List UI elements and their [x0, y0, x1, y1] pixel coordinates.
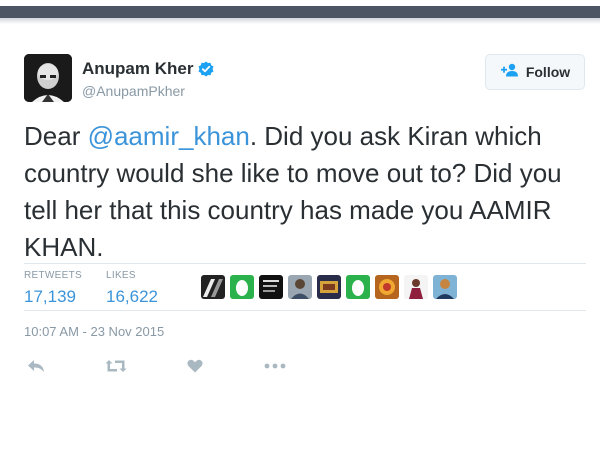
liker-avatar[interactable]	[375, 275, 399, 299]
tweet-text-start: Dear	[24, 121, 88, 151]
liker-avatar[interactable]	[288, 275, 312, 299]
handle[interactable]: @AnupamPkher	[82, 83, 214, 99]
divider-bottom	[24, 310, 586, 311]
like-icon[interactable]	[183, 356, 207, 376]
divider-top	[24, 263, 586, 264]
display-name[interactable]: Anupam Kher	[82, 59, 193, 79]
likes-label: LIKES	[106, 270, 136, 281]
verified-badge-icon	[198, 61, 214, 77]
timestamp[interactable]: 10:07 AM - 23 Nov 2015	[24, 324, 164, 339]
liker-avatar[interactable]	[317, 275, 341, 299]
likes-count: 16,622	[106, 287, 158, 306]
mention-link[interactable]: @aamir_khan	[88, 121, 250, 151]
likes-stat[interactable]: LIKES 16,622	[106, 270, 158, 307]
reply-icon[interactable]	[24, 356, 48, 376]
retweet-icon[interactable]	[104, 356, 128, 376]
add-user-icon	[500, 63, 520, 82]
likers-avatars	[201, 275, 457, 299]
retweets-count: 17,139	[24, 287, 76, 306]
avatar[interactable]	[24, 54, 72, 102]
retweets-label: RETWEETS	[24, 270, 82, 281]
more-icon[interactable]	[263, 356, 287, 376]
follow-button[interactable]: Follow	[485, 54, 585, 90]
window-top-bar	[0, 6, 600, 18]
retweets-stat[interactable]: RETWEETS 17,139	[24, 270, 82, 307]
liker-avatar[interactable]	[201, 275, 225, 299]
author-info: Anupam Kher @AnupamPkher	[82, 59, 214, 99]
follow-label: Follow	[525, 64, 571, 80]
liker-avatar[interactable]	[433, 275, 457, 299]
liker-avatar-default-egg[interactable]	[230, 275, 254, 299]
top-bar-shadow	[0, 18, 600, 24]
liker-avatar-default-egg[interactable]	[346, 275, 370, 299]
tweet-text: Dear @aamir_khan. Did you ask Kiran whic…	[24, 118, 586, 266]
liker-avatar[interactable]	[404, 275, 428, 299]
liker-avatar[interactable]	[259, 275, 283, 299]
